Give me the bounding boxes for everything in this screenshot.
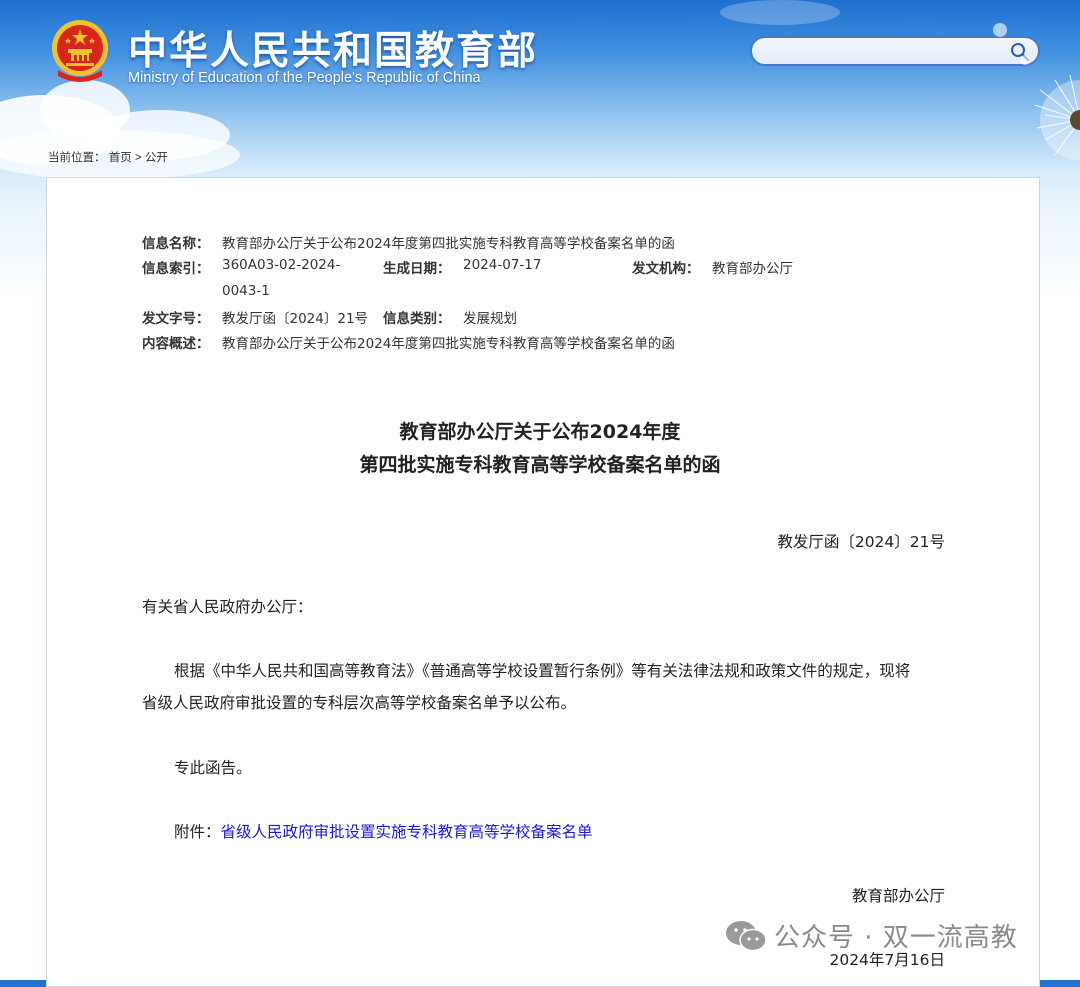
search-input[interactable] — [764, 41, 1008, 65]
document-number: 教发厅函〔2024〕21号 — [777, 533, 945, 551]
breadcrumb-home-link[interactable]: 首页 — [109, 152, 132, 164]
meta-summary-label: 内容概述： — [142, 336, 210, 352]
document-paragraph-1-line2: 省级人民政府审批设置的专科层次高等学校备案名单予以公布。 — [142, 694, 577, 712]
attachment-label: 附件： — [174, 823, 221, 841]
site-subtitle: Ministry of Education of the People's Re… — [128, 70, 481, 86]
document-attachment: 附件：省级人民政府审批设置实施专科教育高等学校备案名单 — [174, 820, 593, 842]
meta-index-label: 信息索引： — [142, 261, 210, 277]
meta-index-value-line2: 0043-1 — [222, 283, 270, 299]
dandelion-decoration-icon — [993, 23, 1080, 160]
national-emblem-icon — [52, 20, 108, 82]
meta-category-label: 信息类别： — [383, 311, 451, 327]
meta-index-value-line1: 360A03-02-2024- — [222, 257, 341, 273]
document-title-line2: 第四批实施专科教育高等学校备案名单的函 — [359, 454, 721, 476]
meta-category-value: 发展规划 — [463, 311, 517, 327]
breadcrumb-separator: > — [134, 152, 142, 164]
document-salutation: 有关省人民政府办公厅： — [142, 598, 313, 616]
meta-name-label: 信息名称： — [142, 236, 210, 252]
meta-name-value: 教育部办公厅关于公布2024年度第四批实施专科教育高等学校备案名单的函 — [222, 236, 675, 252]
breadcrumb-current-link[interactable]: 公开 — [145, 152, 168, 164]
meta-docnum-label: 发文字号： — [142, 311, 210, 327]
site-title: 中华人民共和国教育部 — [128, 29, 539, 74]
meta-date-value: 2024-07-17 — [463, 257, 542, 273]
meta-docnum-value: 教发厅函〔2024〕21号 — [222, 311, 369, 327]
wechat-icon — [726, 921, 767, 952]
document-title-line1: 教育部办公厅关于公布2024年度 — [399, 421, 681, 443]
site-header: 中华人民共和国教育部 Ministry of Education of the … — [0, 0, 1080, 160]
document-paragraph-1-line1: 根据《中华人民共和国高等教育法》《普通高等学校设置暂行条例》等有关法律法规和政策… — [174, 662, 911, 680]
meta-summary-value: 教育部办公厅关于公布2024年度第四批实施专科教育高等学校备案名单的函 — [222, 336, 675, 352]
meta-issuer-label: 发文机构： — [632, 261, 700, 277]
meta-date-label: 生成日期： — [383, 261, 451, 277]
attachment-link[interactable]: 省级人民政府审批设置实施专科教育高等学校备案名单 — [221, 823, 593, 841]
breadcrumb: 当前位置： 首页 > 公开 — [48, 149, 168, 165]
meta-issuer-value: 教育部办公厅 — [712, 261, 793, 277]
document-paragraph-2: 专此函告。 — [174, 759, 252, 777]
watermark-text: 公众号 · 双一流高教 — [774, 923, 1018, 953]
breadcrumb-prefix: 当前位置： — [48, 152, 106, 164]
document-signature: 教育部办公厅 — [851, 887, 945, 905]
content-panel — [46, 177, 1040, 987]
